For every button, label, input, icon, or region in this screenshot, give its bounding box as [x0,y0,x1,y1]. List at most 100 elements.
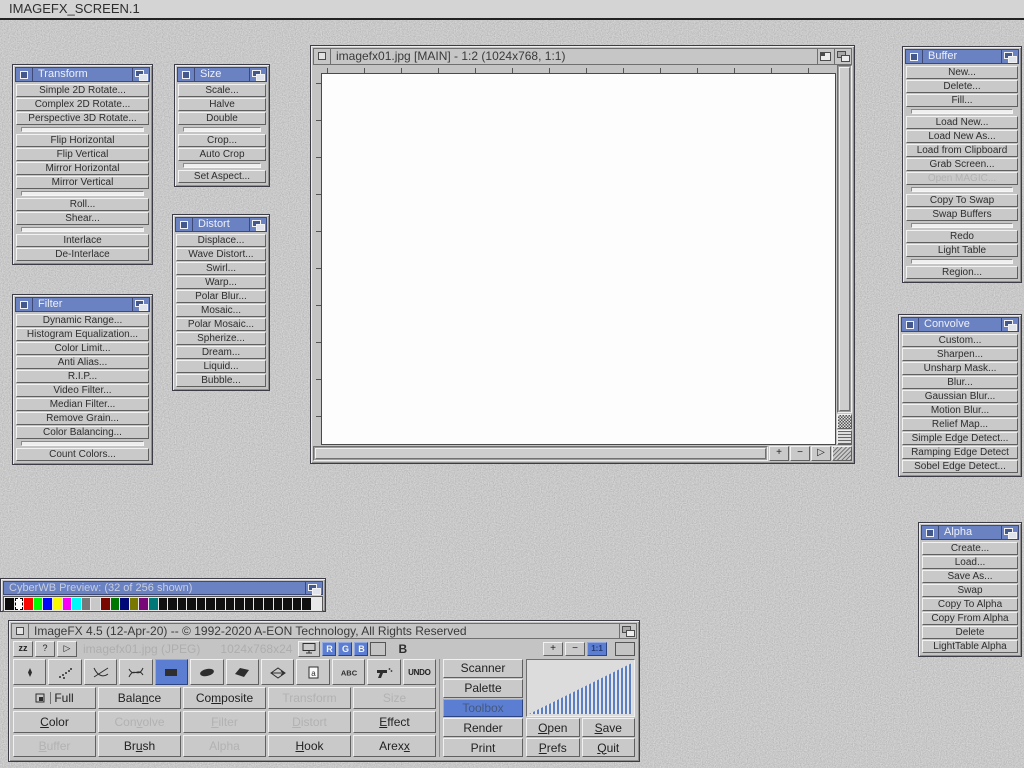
palette-swatch[interactable] [120,598,129,610]
palette-swatch[interactable] [226,598,235,610]
panel-button[interactable]: Create... [922,542,1018,555]
side-button-render[interactable]: Render [443,718,523,737]
panel-button[interactable]: Crop... [178,134,266,147]
dither-pattern-swatch[interactable] [615,642,635,656]
panel-button[interactable]: Simple Edge Detect... [902,432,1018,445]
arrow-gadget[interactable]: ▷ [811,446,831,461]
horizontal-scrollbar-thumb[interactable] [315,448,766,459]
command-button-buffer[interactable]: Buffer [13,735,96,757]
panel-button[interactable]: Mirror Vertical [16,176,149,189]
action-button-prefs[interactable]: Prefs [526,738,580,757]
panel-button[interactable]: Custom... [902,334,1018,347]
panel-button[interactable]: Swap Buffers [906,208,1018,221]
palette-swatch[interactable] [149,598,158,610]
panel-button[interactable]: Scale... [178,84,266,97]
panel-button[interactable]: Anti Alias... [16,356,149,369]
panel-titlebar[interactable]: Size [177,67,267,82]
depth-gadget-icon[interactable] [132,68,149,81]
depth-gadget-icon[interactable] [305,582,322,594]
depth-gadget-icon[interactable] [834,49,851,64]
depth-gadget-icon[interactable] [249,68,266,81]
sleep-button[interactable]: zz [13,641,33,657]
panel-button[interactable]: Load... [922,556,1018,569]
panel-button[interactable]: Ramping Edge Detect [902,446,1018,459]
palette-swatch[interactable] [139,598,148,610]
palette-swatch[interactable] [283,598,292,610]
close-gadget-icon[interactable] [902,318,919,331]
resize-gadget-icon[interactable] [832,446,852,461]
panel-button[interactable]: Light Table [906,244,1018,257]
command-button-balance[interactable]: Balance [98,687,181,709]
side-button-palette[interactable]: Palette [443,679,523,698]
palette-swatch[interactable] [187,598,196,610]
depth-gadget-icon[interactable] [249,218,266,231]
panel-button[interactable]: LightTable Alpha [922,640,1018,653]
panel-button[interactable]: Load New As... [906,130,1018,143]
close-gadget-icon[interactable] [314,49,331,64]
panel-button[interactable]: Copy From Alpha [922,612,1018,625]
blue-channel-button[interactable]: B [354,642,368,656]
command-button-hook[interactable]: Hook [268,735,351,757]
command-button-composite[interactable]: Composite [183,687,266,709]
next-buffer-button[interactable]: ▷ [57,641,77,657]
vertical-scrollbar[interactable] [837,65,852,413]
palette-swatch[interactable] [34,598,43,610]
command-button-filter[interactable]: Filter [183,711,266,733]
panel-button[interactable]: Grab Screen... [906,158,1018,171]
panel-button[interactable]: Region... [906,266,1018,279]
green-channel-button[interactable]: G [338,642,352,656]
close-gadget-icon[interactable] [906,50,923,63]
panel-button[interactable]: Load from Clipboard [906,144,1018,157]
palette-swatch[interactable] [111,598,120,610]
panel-titlebar[interactable]: Buffer [905,49,1019,64]
depth-gadget-icon[interactable] [132,298,149,311]
palette-swatch[interactable] [43,598,52,610]
image-window-titlebar[interactable]: imagefx01.jpg [MAIN] - 1:2 (1024x768, 1:… [313,48,852,65]
panel-button[interactable]: Bubble... [176,374,266,387]
panel-button[interactable]: Motion Blur... [902,404,1018,417]
panel-button[interactable]: Interlace [16,234,149,247]
palette-swatch[interactable] [274,598,283,610]
help-button[interactable]: ? [35,641,55,657]
gradient-preview[interactable] [526,659,635,717]
horizontal-scrollbar[interactable] [313,446,768,461]
palette-swatch[interactable] [245,598,254,610]
command-button-convolve[interactable]: Convolve [98,711,181,733]
panel-button[interactable]: New... [906,66,1018,79]
command-button-effect[interactable]: Effect [353,711,436,733]
panel-button[interactable]: Save As... [922,570,1018,583]
palette-swatch[interactable] [206,598,215,610]
panel-button[interactable]: Mirror Horizontal [16,162,149,175]
panel-button[interactable]: Wave Distort... [176,248,266,261]
panel-button[interactable]: Relief Map... [902,418,1018,431]
command-button-arexx[interactable]: Arexx [353,735,436,757]
side-button-print[interactable]: Print [443,738,523,757]
panel-button[interactable]: Sobel Edge Detect... [902,460,1018,473]
palette-swatch[interactable] [178,598,187,610]
panel-button[interactable]: Complex 2D Rotate... [16,98,149,111]
panel-button[interactable]: Set Aspect... [178,170,266,183]
close-gadget-icon[interactable] [16,298,33,311]
panel-button[interactable]: Sharpen... [902,348,1018,361]
depth-gadget-icon[interactable] [1001,50,1018,63]
close-gadget-icon[interactable] [16,68,33,81]
palette-swatch[interactable] [101,598,110,610]
panel-button[interactable]: Spherize... [176,332,266,345]
panel-button[interactable]: Dynamic Range... [16,314,149,327]
panel-titlebar[interactable]: Distort [175,217,267,232]
oval-tool-button[interactable] [190,659,223,685]
command-button-brush[interactable]: Brush [98,735,181,757]
command-button-distort[interactable]: Distort [268,711,351,733]
panel-titlebar[interactable]: Filter [15,297,150,312]
side-button-scanner[interactable]: Scanner [443,659,523,678]
panel-button[interactable]: Liquid... [176,360,266,373]
screen-mode-button[interactable] [298,641,320,657]
undo-button[interactable]: UNDO [403,659,436,685]
panel-button[interactable]: Mosaic... [176,304,266,317]
palette-swatch[interactable] [5,598,14,610]
polygon-tool-button[interactable] [226,659,259,685]
panel-button[interactable]: Fill... [906,94,1018,107]
command-button-alpha[interactable]: Alpha [183,735,266,757]
action-button-save[interactable]: Save [582,718,636,737]
depth-gadget-icon[interactable] [619,624,636,638]
